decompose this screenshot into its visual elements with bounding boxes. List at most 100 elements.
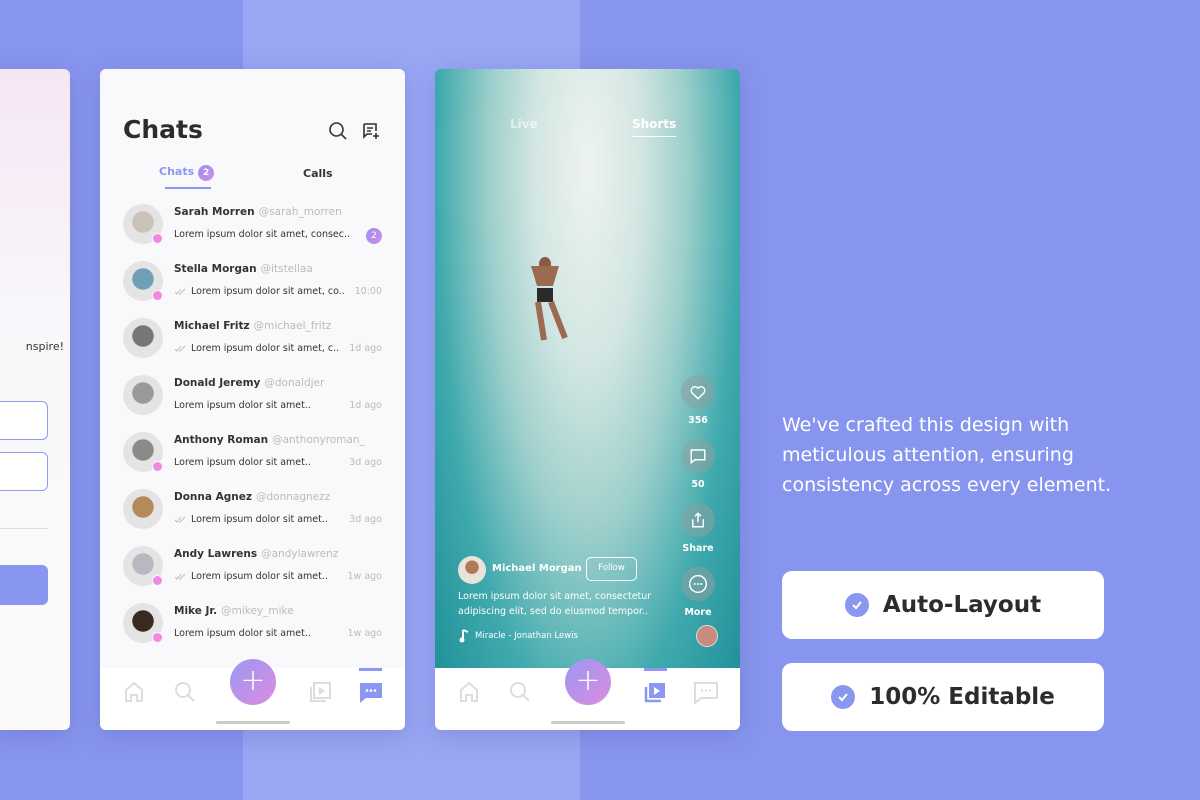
active-tab-indicator xyxy=(165,187,211,189)
contact-name: Andy Lawrens @andylawrenz xyxy=(174,548,339,560)
contact-name: Donald Jeremy @donaldjer xyxy=(174,377,325,389)
tab-calls[interactable]: Calls xyxy=(303,167,333,180)
message-preview: Lorem ipsum dolor sit amet.. xyxy=(174,400,311,411)
input-field-1[interactable] xyxy=(0,401,48,440)
feature-label: Auto-Layout xyxy=(882,592,1042,618)
shorts-icon[interactable] xyxy=(308,680,332,704)
bottom-nav: + xyxy=(435,659,740,730)
contact-name: Michael Fritz @michael_fritz xyxy=(174,320,332,332)
contact-handle: @michael_fritz xyxy=(253,320,332,332)
avatar[interactable] xyxy=(123,489,163,529)
contact-name: Stella Morgan @itstellaa xyxy=(174,263,313,275)
new-chat-icon[interactable] xyxy=(361,121,381,141)
chat-list-item[interactable]: Michael Fritz @michael_fritz Lorem ipsum d… xyxy=(100,318,405,375)
chats-screen: Chats Chats 2 Calls Sarah Morren @sarah_mo… xyxy=(100,69,405,730)
message-preview: Lorem ipsum dolor sit amet.. xyxy=(174,571,328,582)
message-time: 1w ago xyxy=(347,571,383,582)
music-title[interactable]: Miracle - Jonathan Lewis xyxy=(475,631,578,641)
contact-handle: @mikey_mike xyxy=(221,605,294,617)
shorts-screen: Live Shorts 356 50 Share More Michael Mo… xyxy=(435,69,740,730)
author-name[interactable]: Michael Morgan xyxy=(492,563,582,574)
contact-name: Mike Jr. @mikey_mike xyxy=(174,605,294,617)
tab-live[interactable]: Live xyxy=(510,117,538,131)
home-icon[interactable] xyxy=(457,680,481,704)
page-title: Chats xyxy=(123,115,203,144)
contact-handle: @anthonyroman_ xyxy=(272,434,365,446)
unread-badge: 2 xyxy=(198,165,215,181)
comment-button[interactable]: 50 xyxy=(681,439,715,490)
message-preview: Lorem ipsum dolor sit amet.. xyxy=(174,628,311,639)
chat-list-item[interactable]: Anthony Roman @anthonyroman_ Lorem ipsum d… xyxy=(100,432,405,489)
check-icon xyxy=(844,593,869,617)
contact-handle: @sarah_morren xyxy=(258,206,342,218)
message-preview: Lorem ipsum dolor sit amet, c.. xyxy=(174,343,339,354)
online-status-dot xyxy=(152,632,163,643)
music-avatar[interactable] xyxy=(696,625,718,647)
contact-handle: @donnagnezz xyxy=(255,491,331,503)
like-count: 356 xyxy=(688,415,708,426)
double-check-icon xyxy=(174,573,186,580)
create-button[interactable]: + xyxy=(230,659,276,705)
submit-button[interactable] xyxy=(0,565,48,605)
tab-chats-label: Chats xyxy=(159,165,195,178)
chat-list-item[interactable]: Stella Morgan @itstellaa Lorem ipsum dolor… xyxy=(100,261,405,318)
search-nav-icon[interactable] xyxy=(508,680,532,704)
message-time: 1d ago xyxy=(349,343,382,354)
comment-count: 50 xyxy=(691,479,705,490)
video-caption: Lorem ipsum dolor sit amet, consectetur … xyxy=(458,591,652,617)
contact-name: Anthony Roman @anthonyroman_ xyxy=(174,434,365,446)
shorts-icon[interactable] xyxy=(643,680,667,704)
unread-count: 2 xyxy=(366,228,382,244)
message-time: 1w ago xyxy=(347,628,383,639)
divider xyxy=(0,528,48,529)
message-preview: Lorem ipsum dolor sit amet, co.. xyxy=(174,286,345,297)
feature-label: 100% Editable xyxy=(869,684,1055,710)
more-icon xyxy=(688,574,708,594)
chat-nav-icon[interactable] xyxy=(359,680,383,704)
more-button[interactable]: More xyxy=(681,567,715,618)
contact-handle: @donaldjer xyxy=(264,377,325,389)
contact-handle: @andylawrenz xyxy=(261,548,339,560)
tab-chats[interactable]: Chats 2 xyxy=(159,165,215,181)
home-indicator xyxy=(551,721,625,724)
contact-name: Donna Agnez @donnagnezz xyxy=(174,491,331,503)
chat-list-item[interactable]: Donna Agnez @donnagnezz Lorem ipsum dolor … xyxy=(100,489,405,546)
avatar[interactable] xyxy=(123,318,163,358)
follow-button[interactable]: Follow xyxy=(586,557,637,581)
chat-list-item[interactable]: Sarah Morren @sarah_morren Lorem ipsum dol… xyxy=(100,204,405,261)
chat-list-item[interactable]: Donald Jeremy @donaldjer Lorem ipsum dolor… xyxy=(100,375,405,432)
chat-list-item[interactable]: Andy Lawrens @andylawrenz Lorem ipsum dolo… xyxy=(100,546,405,603)
tab-shorts[interactable]: Shorts xyxy=(632,117,677,137)
bottom-nav: + xyxy=(100,659,405,730)
message-time: 1d ago xyxy=(349,400,382,411)
message-time: 10:00 xyxy=(354,286,382,297)
message-preview: Lorem ipsum dolor sit amet.. xyxy=(174,514,328,525)
search-icon[interactable] xyxy=(328,121,348,141)
message-time: 3d ago xyxy=(349,514,382,525)
login-screen-card: nspire! xyxy=(0,69,70,730)
chat-list-item[interactable]: Mike Jr. @mikey_mike Lorem ipsum dolor sit… xyxy=(100,603,405,660)
input-field-2[interactable] xyxy=(0,452,48,491)
more-label: More xyxy=(684,607,712,618)
double-check-icon xyxy=(174,516,186,523)
check-icon xyxy=(831,685,856,709)
active-nav-indicator xyxy=(359,668,382,671)
online-status-dot xyxy=(152,233,163,244)
online-status-dot xyxy=(152,461,163,472)
message-time: 3d ago xyxy=(349,457,382,468)
share-icon xyxy=(692,512,704,528)
home-icon[interactable] xyxy=(122,680,146,704)
double-check-icon xyxy=(174,345,186,352)
music-note-icon xyxy=(459,629,469,643)
heart-icon xyxy=(690,386,706,400)
search-nav-icon[interactable] xyxy=(173,680,197,704)
home-indicator xyxy=(216,721,290,724)
avatar[interactable] xyxy=(123,375,163,415)
like-button[interactable]: 356 xyxy=(681,375,715,426)
feature-card-editable: 100% Editable xyxy=(782,663,1104,731)
author-avatar[interactable] xyxy=(458,556,486,584)
share-button[interactable]: Share xyxy=(681,503,715,554)
create-button[interactable]: + xyxy=(565,659,611,705)
message-preview: Lorem ipsum dolor sit amet.. xyxy=(174,457,311,468)
chat-nav-icon[interactable] xyxy=(694,680,718,704)
